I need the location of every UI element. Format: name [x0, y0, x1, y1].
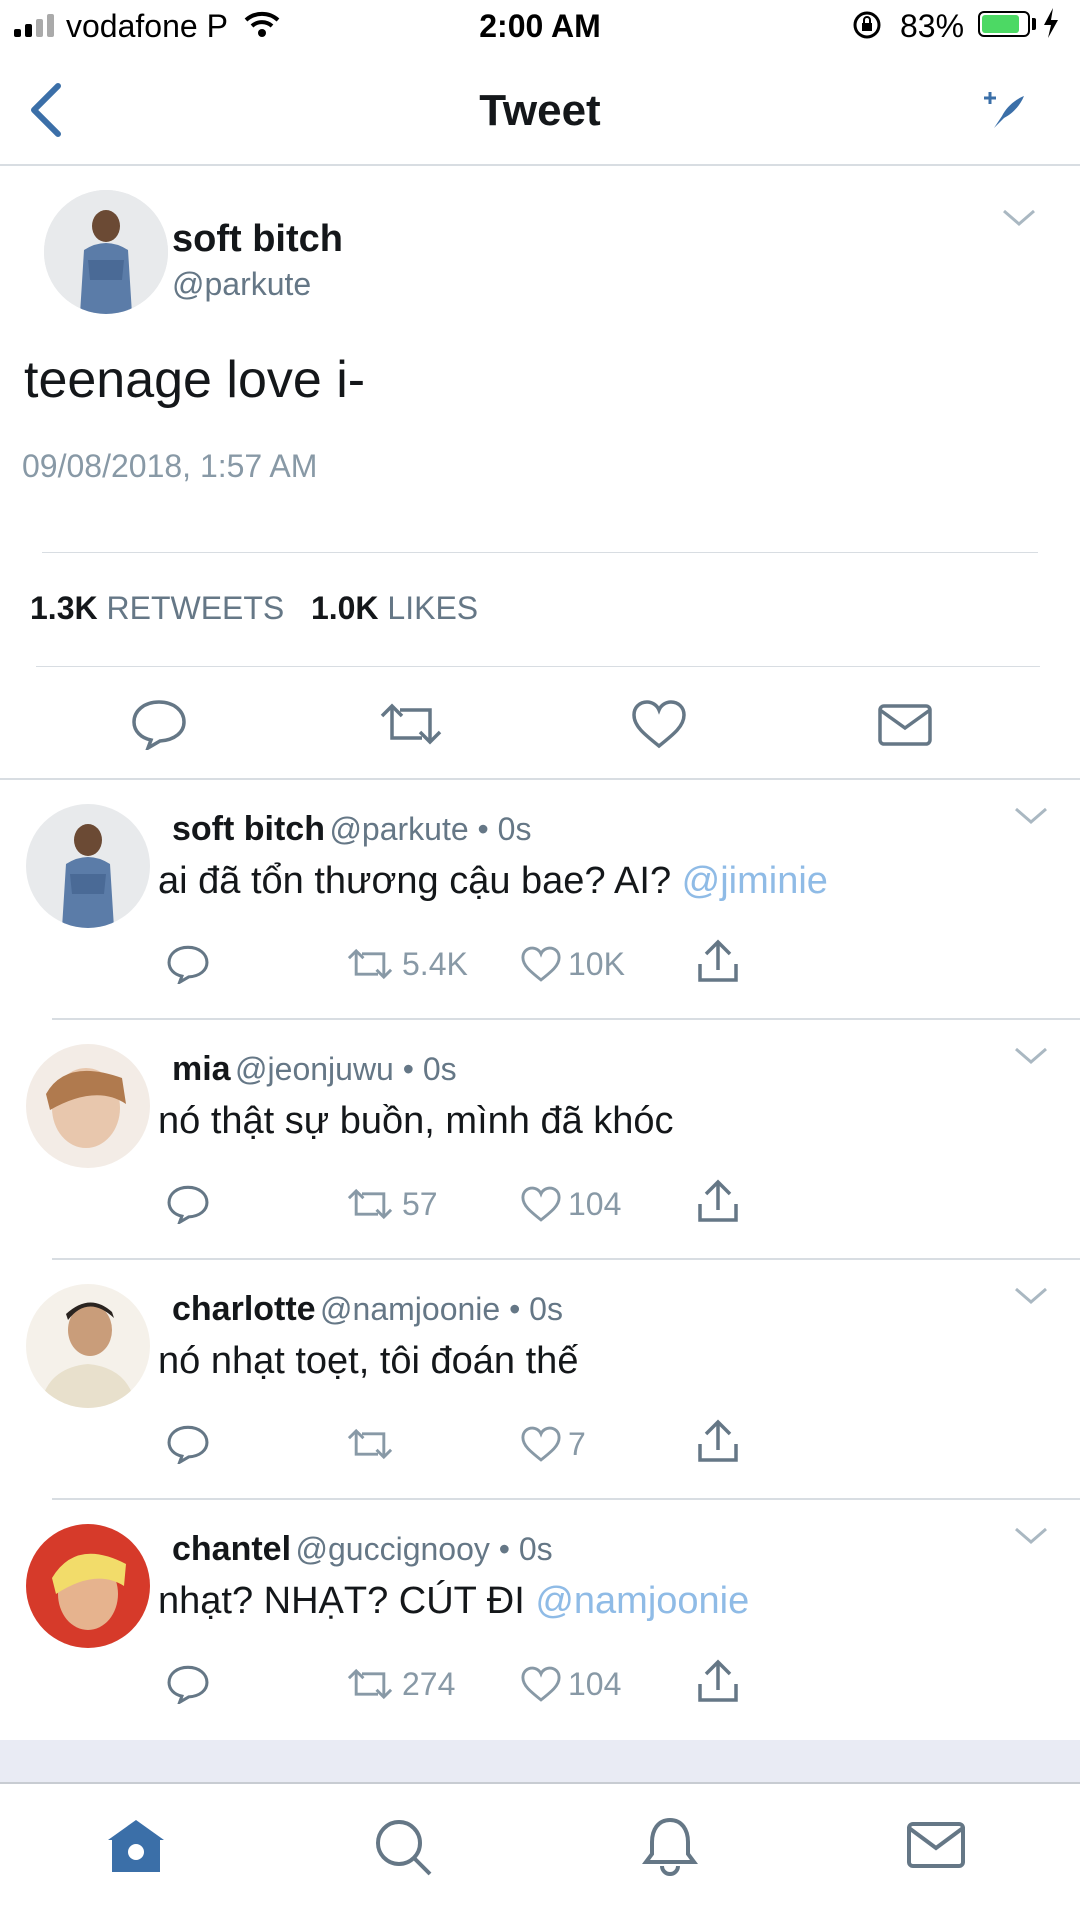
avatar[interactable] [26, 804, 150, 928]
like-count: 7 [568, 1425, 586, 1462]
tweet-text: teenage love i- [24, 351, 366, 409]
home-icon[interactable] [104, 1816, 168, 1876]
chevron-down-icon[interactable] [1014, 1526, 1048, 1546]
author-handle-time[interactable]: @guccignooy • 0s [296, 1531, 553, 1567]
like-action[interactable]: 10K [520, 944, 625, 984]
author-name[interactable]: chantel [172, 1530, 291, 1568]
battery-tip [1032, 18, 1036, 30]
chevron-down-icon[interactable] [1002, 208, 1036, 228]
tweet-timestamp: 09/08/2018, 1:57 AM [22, 448, 318, 484]
like-count: 104 [568, 1185, 622, 1222]
like-icon[interactable] [520, 944, 562, 984]
share-icon[interactable] [696, 1178, 740, 1224]
reply-icon[interactable] [166, 1424, 210, 1464]
author-handle-time[interactable]: @namjoonie • 0s [320, 1291, 563, 1327]
retweet-icon[interactable] [346, 1184, 394, 1224]
retweet-action[interactable]: 5.4K [346, 944, 468, 984]
retweets-label[interactable]: RETWEETS [106, 590, 284, 626]
battery-fill [982, 15, 1019, 33]
author-name[interactable]: soft bitch [172, 218, 343, 261]
like-action[interactable]: 104 [520, 1664, 621, 1704]
tab-bar [0, 1782, 1080, 1922]
retweet-count: 274 [402, 1665, 456, 1702]
retweets-count[interactable]: 1.3K [30, 590, 98, 626]
compose-icon[interactable] [980, 86, 1028, 134]
rotation-lock-icon [852, 10, 882, 40]
retweet-icon[interactable] [346, 944, 394, 984]
like-count: 10K [568, 945, 625, 982]
divider [42, 552, 1038, 553]
reply-header: chantel @guccignooy • 0s [172, 1530, 553, 1569]
author-handle-time[interactable]: @parkute • 0s [329, 811, 531, 847]
author-handle-time[interactable]: @jeonjuwu • 0s [235, 1051, 457, 1087]
author-name[interactable]: charlotte [172, 1290, 316, 1328]
reply-text-line: ai đã tổn thương cậu bae? AI? @jiminie [158, 860, 828, 903]
divider [36, 666, 1040, 667]
like-icon[interactable] [630, 698, 688, 750]
reply-icon[interactable] [130, 698, 188, 750]
battery-icon [978, 11, 1030, 37]
author-name[interactable]: mia [172, 1050, 231, 1088]
likes-count[interactable]: 1.0K [311, 590, 379, 626]
share-icon[interactable] [696, 938, 740, 984]
share-icon[interactable] [696, 1658, 740, 1704]
reply-header: mia @jeonjuwu • 0s [172, 1050, 457, 1089]
reply-text: nó thật sự buồn, mình đã khóc [158, 1100, 674, 1142]
like-action[interactable]: 7 [520, 1424, 586, 1464]
list-footer [0, 1740, 1080, 1782]
reply-divider [52, 1018, 1080, 1020]
reply-divider [52, 1258, 1080, 1260]
reply-icon[interactable] [166, 1184, 210, 1224]
retweet-count: 5.4K [402, 945, 468, 982]
author-handle[interactable]: @parkute [172, 266, 311, 303]
mention-link[interactable]: @jiminie [682, 860, 828, 902]
mention-link[interactable]: @namjoonie [535, 1580, 749, 1622]
message-icon[interactable] [876, 698, 934, 750]
avatar[interactable] [26, 1284, 150, 1408]
tweet-stats: 1.3K RETWEETS 1.0K LIKES [30, 590, 478, 627]
avatar[interactable] [44, 190, 168, 314]
charging-icon [1042, 8, 1060, 38]
status-bar: vodafone P 2:00 AM 83% [0, 0, 1080, 52]
retweet-icon[interactable] [378, 698, 444, 750]
chevron-down-icon[interactable] [1014, 806, 1048, 826]
retweet-action[interactable]: 57 [346, 1184, 438, 1224]
reply-icon[interactable] [166, 1664, 210, 1704]
likes-label[interactable]: LIKES [387, 590, 478, 626]
reply-text: nhạt? NHẠT? CÚT ĐI [158, 1580, 525, 1622]
share-icon[interactable] [696, 1418, 740, 1464]
reply-text: ai đã tổn thương cậu bae? AI? [158, 860, 672, 902]
like-count: 104 [568, 1665, 622, 1702]
retweet-action[interactable]: 274 [346, 1664, 455, 1704]
page-title: Tweet [479, 86, 601, 135]
retweet-action[interactable] [346, 1424, 402, 1464]
nav-divider [0, 164, 1080, 166]
notifications-icon[interactable] [640, 1814, 700, 1878]
retweet-icon[interactable] [346, 1664, 394, 1704]
retweet-count: 57 [402, 1185, 438, 1222]
reply-header: soft bitch @parkute • 0s [172, 810, 531, 849]
search-icon[interactable] [372, 1816, 434, 1878]
like-icon[interactable] [520, 1424, 562, 1464]
reply-icon[interactable] [166, 944, 210, 984]
like-icon[interactable] [520, 1184, 562, 1224]
avatar[interactable] [26, 1044, 150, 1168]
battery-percent: 83% [900, 8, 965, 44]
like-action[interactable]: 104 [520, 1184, 621, 1224]
chevron-down-icon[interactable] [1014, 1286, 1048, 1306]
reply-text-line: nhạt? NHẠT? CÚT ĐI @namjoonie [158, 1580, 749, 1623]
retweet-icon[interactable] [346, 1424, 394, 1464]
section-divider [0, 778, 1080, 780]
reply-text: nó nhạt toẹt, tôi đoán thế [158, 1340, 579, 1382]
avatar[interactable] [26, 1524, 150, 1648]
reply-divider [52, 1498, 1080, 1500]
like-icon[interactable] [520, 1664, 562, 1704]
reply-text-line: nó nhạt toẹt, tôi đoán thế [158, 1340, 578, 1383]
chevron-down-icon[interactable] [1014, 1046, 1048, 1066]
reply-text-line: nó thật sự buồn, mình đã khóc [158, 1100, 674, 1143]
messages-tab-icon[interactable] [906, 1820, 966, 1870]
author-name[interactable]: soft bitch [172, 810, 325, 848]
reply-header: charlotte @namjoonie • 0s [172, 1290, 563, 1329]
